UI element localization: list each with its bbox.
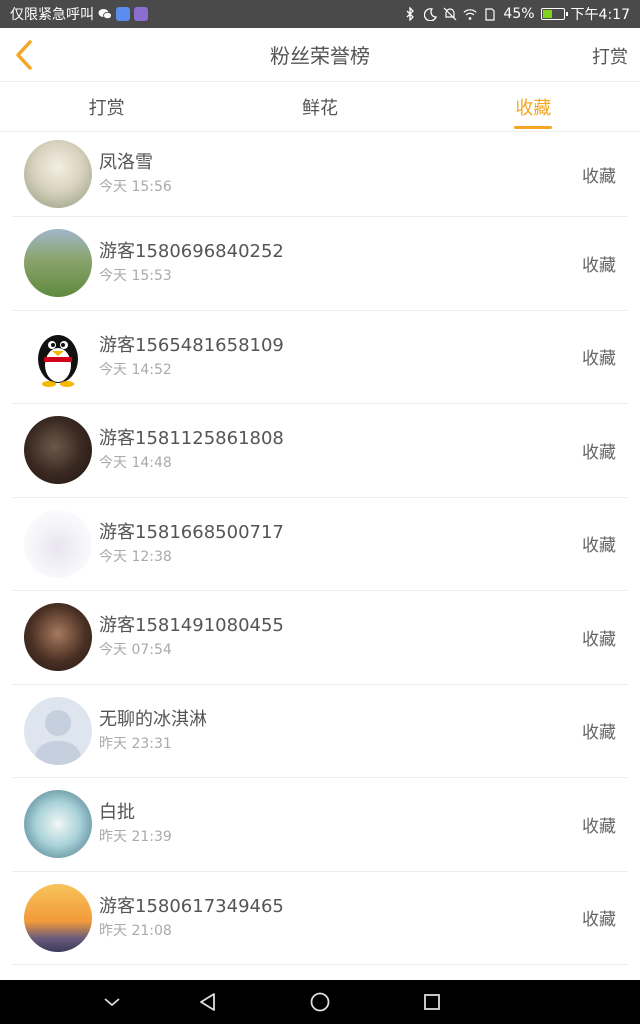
timestamp: 今天 07:54 bbox=[99, 642, 172, 659]
tab-flowers[interactable]: 鲜花 bbox=[213, 82, 426, 131]
system-nav-bar bbox=[0, 980, 640, 1024]
nav-home-icon bbox=[310, 992, 330, 1012]
battery-icon bbox=[540, 8, 568, 20]
user-name: 游客1581668500717 bbox=[99, 521, 284, 543]
avatar bbox=[24, 322, 92, 391]
penguin-avatar-icon bbox=[38, 334, 78, 387]
page-title: 粉丝荣誉榜 bbox=[270, 44, 370, 68]
list-item[interactable]: 凤洛雪今天 15:56 收藏 bbox=[12, 132, 628, 217]
timestamp: 今天 15:56 bbox=[99, 179, 172, 195]
timestamp: 今天 12:38 bbox=[99, 548, 172, 565]
timestamp: 今天 14:52 bbox=[99, 361, 172, 378]
timestamp: 昨天 23:31 bbox=[99, 735, 172, 752]
list-item[interactable]: 无聊的冰淇淋昨天 23:31 收藏 bbox=[12, 685, 628, 778]
action-label: 收藏 bbox=[582, 166, 616, 187]
user-name: 游客1581491080455 bbox=[99, 615, 284, 637]
action-label: 收藏 bbox=[582, 816, 616, 837]
moon-icon bbox=[423, 7, 437, 21]
list-item[interactable]: 游客1581491080455 今天 07:54 收藏 bbox=[12, 591, 628, 685]
app-notification-icon bbox=[116, 7, 130, 21]
wechat-icon bbox=[98, 7, 112, 21]
tab-reward[interactable]: 打赏 bbox=[0, 82, 213, 131]
bluetooth-icon bbox=[403, 7, 417, 21]
list-item[interactable]: 游客1581668500717 今天 12:38 收藏 bbox=[12, 498, 628, 591]
status-left: 仅限紧急呼叫 bbox=[10, 4, 148, 24]
status-right: 45% 下午4:17 bbox=[403, 4, 630, 24]
hide-nav-button[interactable] bbox=[100, 990, 124, 1014]
user-name: 游客1580696840252 bbox=[99, 241, 284, 263]
action-label: 收藏 bbox=[582, 910, 616, 931]
list-item[interactable]: 游客1581125861808 今天 14:48 收藏 bbox=[12, 404, 628, 498]
tab-label: 收藏 bbox=[515, 97, 552, 119]
title-bar: 粉丝荣誉榜 打赏 bbox=[0, 28, 640, 82]
wifi-icon bbox=[463, 7, 477, 21]
clock: 下午4:17 bbox=[570, 7, 630, 23]
action-label: 收藏 bbox=[582, 349, 616, 370]
reward-button[interactable]: 打赏 bbox=[592, 43, 628, 69]
avatar bbox=[24, 603, 92, 672]
nav-back-button[interactable] bbox=[196, 990, 220, 1014]
back-button[interactable] bbox=[10, 38, 38, 72]
timestamp: 昨天 21:08 bbox=[99, 922, 172, 939]
avatar bbox=[24, 883, 92, 952]
user-name: 游客1580617349465 bbox=[99, 895, 284, 917]
timestamp: 今天 15:53 bbox=[99, 268, 172, 285]
fan-list: 凤洛雪今天 15:56 收藏 游客1580696840252 今天 15:53 收… bbox=[0, 132, 640, 965]
avatar bbox=[24, 509, 92, 578]
nav-home-button[interactable] bbox=[308, 990, 332, 1014]
list-item[interactable]: 游客1580617349465 昨天 21:08 收藏 bbox=[12, 872, 628, 965]
action-label: 收藏 bbox=[582, 629, 616, 650]
back-chevron-icon bbox=[16, 40, 32, 70]
avatar bbox=[24, 140, 92, 208]
sim-icon bbox=[483, 7, 497, 21]
battery-percent: 45% bbox=[503, 6, 535, 22]
list-item[interactable]: 白批昨天 21:39 收藏 bbox=[12, 778, 628, 872]
nav-recent-icon bbox=[424, 994, 440, 1010]
action-label: 收藏 bbox=[582, 255, 616, 276]
tab-label: 打赏 bbox=[88, 97, 125, 119]
avatar bbox=[24, 229, 92, 298]
list-item[interactable]: 游客1565481658109 今天 14:52 收藏 bbox=[12, 311, 628, 404]
tab-label: 鲜花 bbox=[301, 97, 338, 119]
avatar bbox=[24, 696, 92, 765]
status-bar: 仅限紧急呼叫 45% 下午4:17 bbox=[0, 0, 640, 28]
carrier-text: 仅限紧急呼叫 bbox=[10, 7, 94, 23]
action-label: 收藏 bbox=[582, 442, 616, 463]
tab-underline bbox=[514, 126, 553, 129]
nav-down-icon bbox=[104, 998, 120, 1007]
user-name: 游客1581125861808 bbox=[99, 428, 284, 450]
default-avatar-icon bbox=[34, 709, 82, 765]
user-name: 凤洛雪 bbox=[99, 152, 153, 173]
timestamp: 今天 14:48 bbox=[99, 455, 172, 472]
list-item[interactable]: 游客1580696840252 今天 15:53 收藏 bbox=[12, 217, 628, 311]
timestamp: 昨天 21:39 bbox=[99, 829, 172, 846]
user-name: 无聊的冰淇淋 bbox=[99, 708, 207, 730]
nav-back-icon bbox=[200, 993, 215, 1011]
action-label: 收藏 bbox=[582, 723, 616, 744]
action-label: 收藏 bbox=[582, 536, 616, 557]
avatar bbox=[24, 416, 92, 485]
app-notification-icon bbox=[134, 7, 148, 21]
user-name: 白批 bbox=[99, 802, 135, 824]
avatar bbox=[24, 790, 92, 859]
mute-icon bbox=[443, 7, 457, 21]
tab-bar: 打赏 鲜花 收藏 bbox=[0, 82, 640, 132]
nav-recent-button[interactable] bbox=[420, 990, 444, 1014]
user-name: 游客1565481658109 bbox=[99, 334, 284, 356]
tab-favorites[interactable]: 收藏 bbox=[427, 82, 640, 131]
